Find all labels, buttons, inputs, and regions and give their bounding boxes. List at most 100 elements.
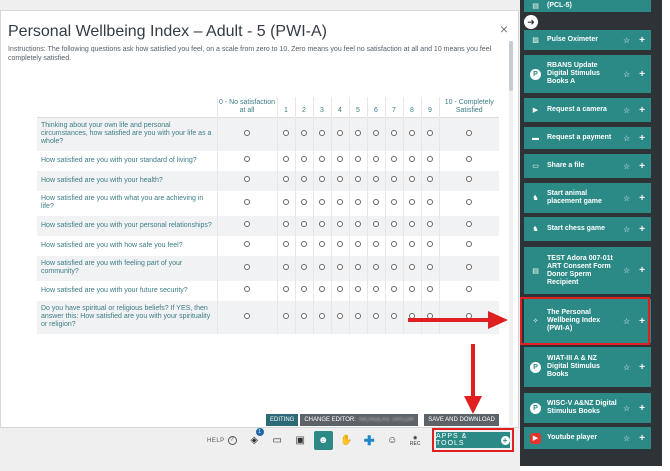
rating-radio[interactable] [427,286,433,292]
plus-icon[interactable]: + [639,362,645,373]
change-editor-button[interactable]: CHANGE EDITOR: NICHOLAS TAYLOR [300,414,419,426]
plus-icon[interactable]: + [639,193,645,204]
rating-radio[interactable] [283,221,289,227]
rating-radio[interactable] [391,286,397,292]
rating-radio[interactable] [301,176,307,182]
rating-radio[interactable] [355,129,361,136]
rating-radio[interactable] [319,156,325,162]
rating-radio[interactable] [466,129,473,136]
rating-radio[interactable] [466,286,473,292]
rating-radio[interactable] [355,312,361,319]
plus-icon[interactable]: + [639,224,645,235]
rating-radio[interactable] [337,129,343,136]
apps-tools-button[interactable]: APPS & TOOLS + [436,432,510,448]
rating-radio[interactable] [373,221,379,227]
rating-radio[interactable] [391,241,397,247]
rating-radio[interactable] [391,156,397,162]
rating-radio[interactable] [319,176,325,182]
rating-radio[interactable] [337,198,343,205]
rating-radio[interactable] [337,176,343,182]
rating-radio[interactable] [373,241,379,247]
rating-radio[interactable] [337,263,343,270]
sidebar-item[interactable]: ♞ Start chess game ☆ + [524,217,651,241]
rating-radio[interactable] [373,176,379,182]
close-icon[interactable]: × [500,21,508,37]
save-download-button[interactable]: SAVE AND DOWNLOAD [424,414,499,426]
rating-radio[interactable] [244,263,250,270]
people-icon[interactable]: ☺ [383,431,402,450]
rating-radio[interactable] [427,263,433,270]
star-icon[interactable]: ☆ [623,106,630,115]
sidebar-item[interactable]: ▶ Request a camera ☆ + [524,98,651,122]
star-icon[interactable]: ☆ [623,36,630,45]
sidebar-item[interactable]: ▶ Youtube player ☆ + [524,427,651,449]
rating-radio[interactable] [244,129,250,136]
rating-radio[interactable] [301,312,307,319]
rating-radio[interactable] [319,129,325,136]
sidebar-item[interactable]: ▨ Pulse Oximeter ☆ + [524,30,651,50]
rating-radio[interactable] [283,176,289,182]
rating-radio[interactable] [283,263,289,270]
rating-radio[interactable] [319,221,325,227]
help-button[interactable]: HELP ? [207,436,237,445]
rating-radio[interactable] [427,198,433,205]
rating-radio[interactable] [355,263,361,270]
briefcase-icon[interactable]: ▣ [291,431,310,450]
rating-radio[interactable] [373,263,379,270]
rating-radio[interactable] [355,286,361,292]
rating-radio[interactable] [301,129,307,136]
rating-radio[interactable] [244,286,250,292]
rating-radio[interactable] [283,286,289,292]
rating-radio[interactable] [319,286,325,292]
star-icon[interactable]: ☆ [623,363,630,372]
star-icon[interactable]: ☆ [623,225,630,234]
rating-radio[interactable] [373,129,379,136]
rating-radio[interactable] [373,156,379,162]
rating-radio[interactable] [391,176,397,182]
rating-radio[interactable] [319,263,325,270]
plus-icon[interactable]: + [639,265,645,276]
star-icon[interactable]: ☆ [623,404,630,413]
record-button[interactable]: ◉ REC [406,431,425,450]
rating-radio[interactable] [301,241,307,247]
modal-scrollbar[interactable] [509,41,513,426]
rating-radio[interactable] [319,241,325,247]
star-icon[interactable]: ☆ [623,70,630,79]
rating-radio[interactable] [373,286,379,292]
rating-radio[interactable] [409,198,415,205]
rating-radio[interactable] [427,221,433,227]
sidebar-item[interactable]: P RBANS Update Digital Stimulus Books A ☆ + [524,55,651,93]
rating-radio[interactable] [391,198,397,205]
star-icon[interactable]: ☆ [623,434,630,443]
rating-radio[interactable] [391,129,397,136]
rating-radio[interactable] [301,198,307,205]
rating-radio[interactable] [301,221,307,227]
rating-radio[interactable] [337,241,343,247]
star-icon[interactable]: ☆ [623,162,630,171]
rating-radio[interactable] [466,198,473,205]
rating-radio[interactable] [427,129,433,136]
sidebar-item[interactable]: ♞ Start animal placement game ☆ + [524,183,651,213]
layers-icon[interactable]: ◈ 1 [245,428,264,450]
rating-radio[interactable] [244,241,250,247]
rating-radio[interactable] [283,156,289,162]
plus-icon[interactable]: + [639,69,645,80]
rating-radio[interactable] [427,156,433,162]
rating-radio[interactable] [337,286,343,292]
rating-radio[interactable] [301,156,307,162]
star-icon[interactable]: ☆ [623,266,630,275]
rating-radio[interactable] [409,241,415,247]
rating-radio[interactable] [391,221,397,227]
rating-radio[interactable] [244,176,250,182]
rating-radio[interactable] [409,286,415,292]
plus-icon[interactable]: + [639,433,645,444]
chat-icon[interactable]: ▭ [268,431,287,450]
rating-radio[interactable] [244,221,250,227]
plus-icon[interactable]: + [639,161,645,172]
rating-radio[interactable] [355,221,361,227]
collapse-arrow-icon[interactable]: ➜ [524,15,538,29]
rating-radio[interactable] [409,129,415,136]
rating-radio[interactable] [283,241,289,247]
handshake-icon[interactable]: ✋ [337,431,356,450]
sidebar-item[interactable]: ▬ Request a payment ☆ + [524,127,651,149]
